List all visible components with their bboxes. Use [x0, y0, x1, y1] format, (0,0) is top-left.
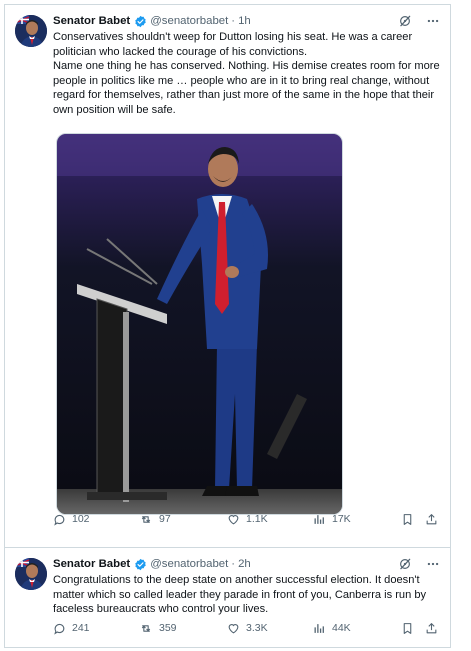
- reply-count: 102: [72, 513, 90, 525]
- author-handle[interactable]: @senatorbabet: [150, 558, 228, 570]
- bookmark-icon: [403, 622, 412, 634]
- tweet-header: Senator Babet @senatorbabet · 2h: [53, 556, 440, 572]
- like-button[interactable]: 3.3K: [227, 622, 268, 635]
- avatar[interactable]: [15, 558, 47, 590]
- views-icon: [314, 623, 324, 633]
- share-icon: [426, 513, 437, 524]
- reply-button[interactable]: 241: [53, 622, 90, 635]
- reply-button[interactable]: 102: [53, 513, 90, 526]
- tweet[interactable]: Senator Babet @senatorbabet · 1h Conserv…: [5, 5, 450, 547]
- tweet-content: Senator Babet @senatorbabet · 1h Conserv…: [53, 13, 440, 515]
- like-count: 3.3K: [246, 622, 268, 634]
- tweet-body: Congratulations to the deep state on ano…: [53, 574, 427, 616]
- views-count: 44K: [332, 622, 351, 634]
- views-button[interactable]: 44K: [313, 622, 351, 635]
- tweet-text: Congratulations to the deep state on ano…: [53, 573, 440, 617]
- tweet-content: Senator Babet @senatorbabet · 2h Congrat…: [53, 556, 440, 617]
- like-count: 1.1K: [246, 513, 268, 525]
- separator: ·: [231, 558, 236, 570]
- repost-count: 359: [159, 622, 177, 634]
- reply-count: 241: [72, 622, 90, 634]
- tweet-body: Conservatives shouldn't weep for Dutton …: [53, 31, 440, 116]
- header-actions: [398, 557, 440, 574]
- repost-count: 97: [159, 513, 171, 525]
- like-icon: [228, 623, 239, 633]
- like-button[interactable]: 1.1K: [227, 513, 268, 526]
- share-button[interactable]: [425, 622, 438, 635]
- more-icon[interactable]: [426, 14, 440, 31]
- tweet-text: Conservatives shouldn't weep for Dutton …: [53, 30, 440, 118]
- tweet-header: Senator Babet @senatorbabet · 1h: [53, 13, 440, 29]
- reply-icon: [54, 514, 65, 526]
- reply-icon: [54, 623, 65, 635]
- author-handle[interactable]: @senatorbabet: [150, 15, 228, 27]
- share-button[interactable]: [425, 513, 438, 526]
- views-icon: [314, 514, 324, 524]
- like-icon: [228, 514, 239, 524]
- views-count: 17K: [332, 513, 351, 525]
- grok-icon[interactable]: [398, 557, 412, 574]
- author-name[interactable]: Senator Babet: [53, 558, 130, 570]
- timestamp[interactable]: 2h: [238, 558, 251, 570]
- verified-badge-icon: [134, 15, 147, 28]
- tweet[interactable]: Senator Babet @senatorbabet · 2h Congrat…: [5, 547, 450, 649]
- repost-icon: [141, 624, 151, 632]
- timestamp[interactable]: 1h: [238, 15, 251, 27]
- bookmark-icon: [403, 513, 412, 525]
- repost-button[interactable]: 359: [139, 622, 177, 635]
- timeline: Senator Babet @senatorbabet · 1h Conserv…: [4, 4, 451, 648]
- grok-icon[interactable]: [398, 14, 412, 31]
- bookmark-button[interactable]: [401, 513, 414, 526]
- header-actions: [398, 14, 440, 31]
- repost-button[interactable]: 97: [139, 513, 171, 526]
- separator: ·: [231, 15, 236, 27]
- bookmark-button[interactable]: [401, 622, 414, 635]
- more-icon[interactable]: [426, 557, 440, 574]
- tweet-photo[interactable]: [56, 133, 343, 515]
- avatar[interactable]: [15, 15, 47, 47]
- views-button[interactable]: 17K: [313, 513, 351, 526]
- share-icon: [426, 622, 437, 633]
- verified-badge-icon: [134, 558, 147, 571]
- author-name[interactable]: Senator Babet: [53, 15, 130, 27]
- repost-icon: [141, 515, 151, 523]
